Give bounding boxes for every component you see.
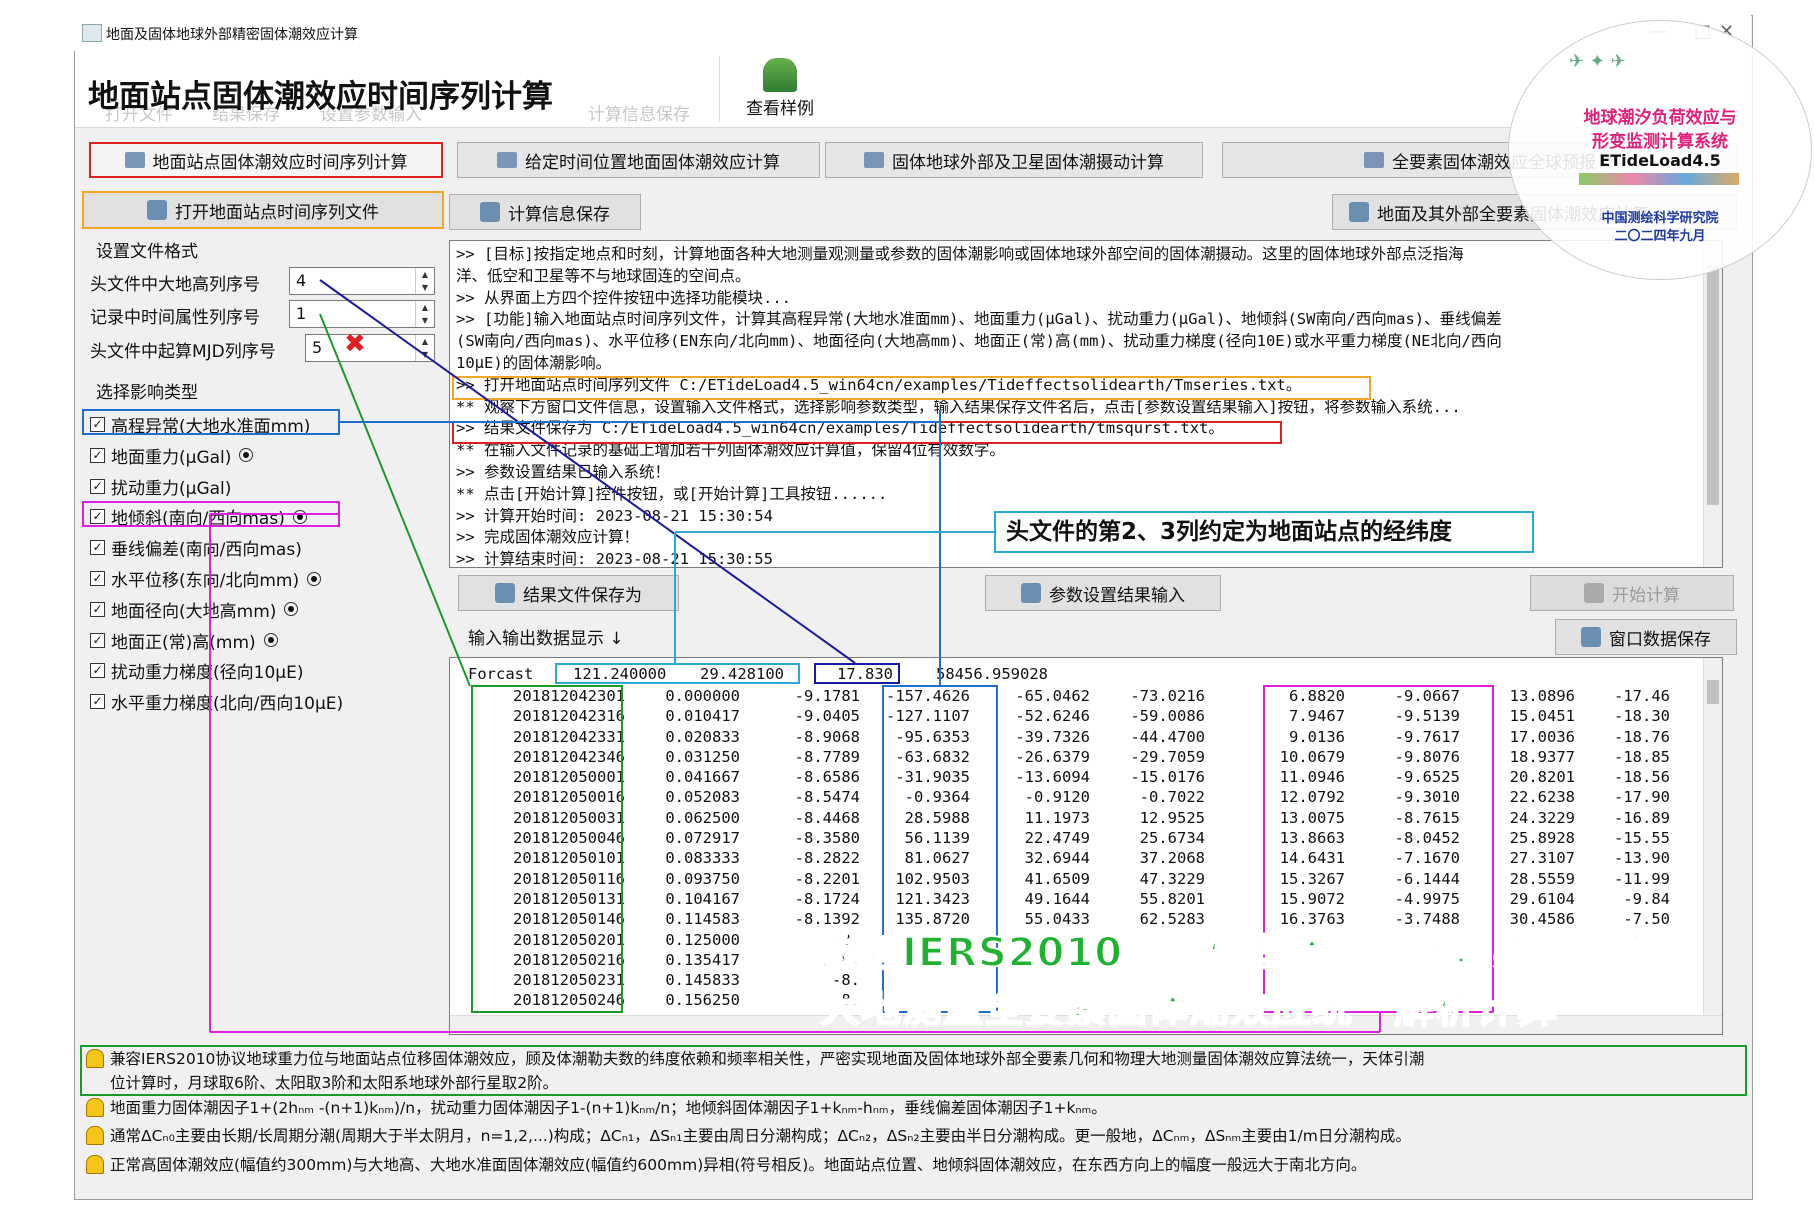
satellite-icon: ✈ ✦ ✈ — [1569, 51, 1626, 72]
seal-line-2: 形变监测计算系统 — [1592, 132, 1728, 152]
product-seal: ✈ ✦ ✈ 地球潮汐负荷效应与 形变监测计算系统 ETideLoad4.5 中国… — [1508, 20, 1812, 280]
banner-line-2: 大地测量全要素固体潮效应统一解析计算 — [819, 985, 1558, 1033]
seal-org: 中国测绘科学研究院 — [1601, 211, 1719, 226]
seal-product: ETideLoad4.5 — [1599, 151, 1721, 170]
seal-decoration — [1579, 173, 1739, 185]
seal-date: 二〇二四年九月 — [1614, 229, 1706, 244]
banner-line-1: 改善IERS2010站坐标固体潮算法，实现全空间 — [819, 929, 1698, 977]
callout-lonlat: 头文件的第2、3列约定为地面站点的经纬度 — [994, 511, 1534, 553]
seal-line-1: 地球潮汐负荷效应与 — [1583, 108, 1737, 128]
